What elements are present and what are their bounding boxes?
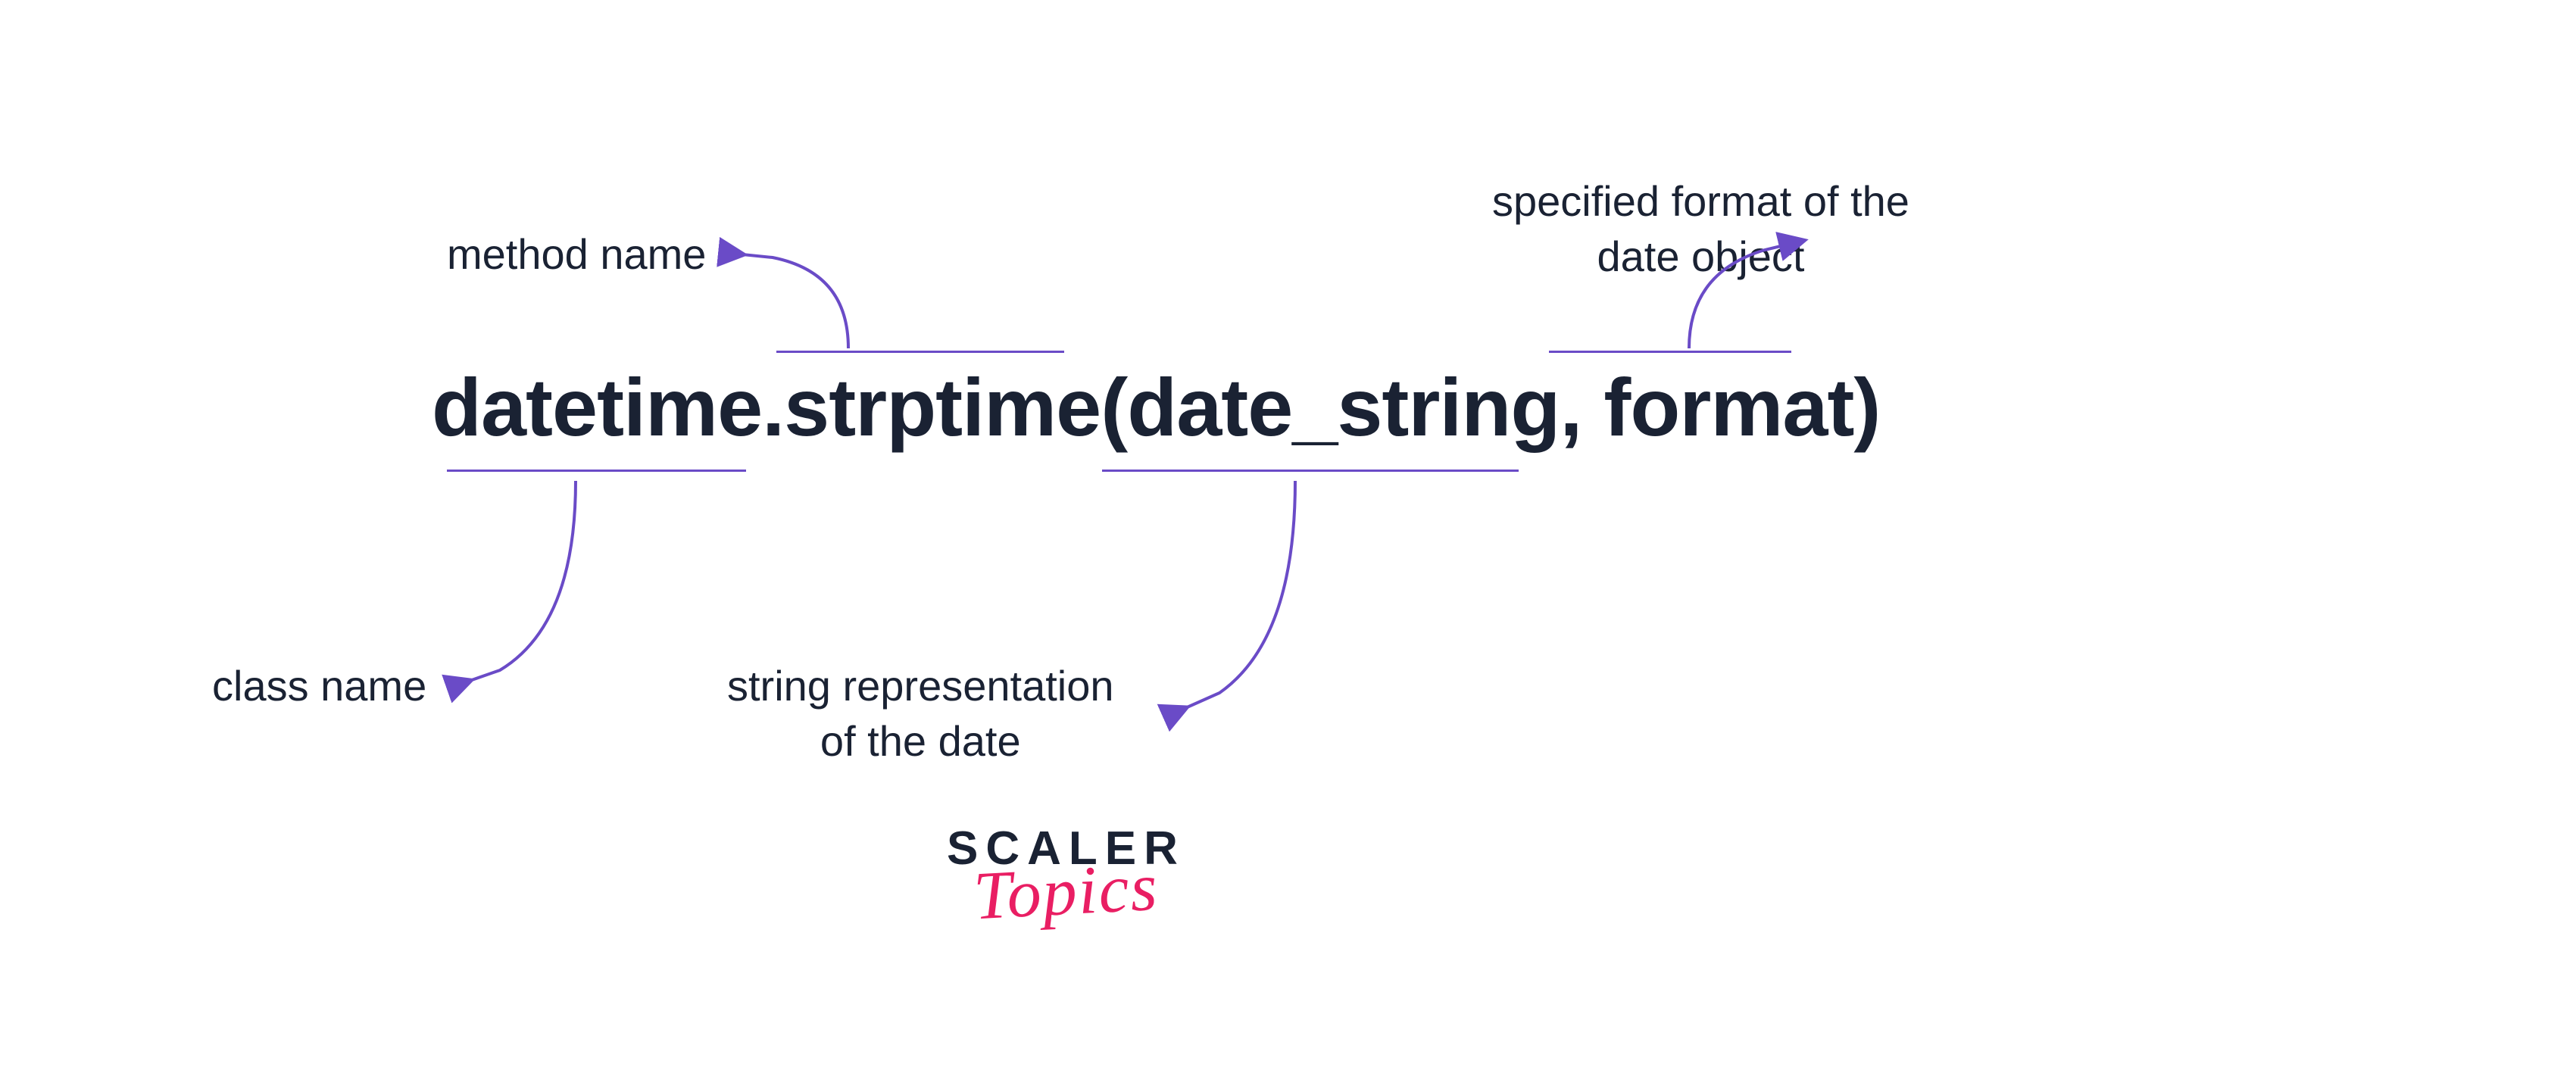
label-method-name: method name [447,227,706,282]
expr-close-paren: ) [1853,361,1880,453]
code-expression: datetime.strptime(date_string, format) [432,360,1880,454]
logo-subbrand: Topics [945,847,1188,937]
expr-dot: . [762,361,784,453]
label-string-rep-line1: string representation [727,659,1114,714]
arrow-format-spec [1666,235,1863,356]
arrow-string-rep [1174,473,1371,716]
diagram-container: datetime.strptime(date_string, format) m… [0,0,2576,1092]
underline-date-string [1102,470,1519,472]
arrow-method-name [727,227,924,356]
expr-class-name: datetime [432,361,762,453]
expr-space [1582,361,1603,453]
expr-open-paren: ( [1101,361,1127,453]
underline-class-name [447,470,746,472]
label-string-rep-line2: of the date [727,714,1114,769]
expr-method-name: strptime [784,361,1101,453]
label-format-spec-line1: specified format of the [1492,174,1909,229]
label-class-name: class name [212,659,426,714]
expr-comma: , [1560,361,1582,453]
label-string-rep: string representation of the date [727,659,1114,769]
arrow-class-name [454,473,651,700]
expr-arg2: format [1603,361,1853,453]
expr-arg1: date_string [1127,361,1560,453]
logo: SCALER Topics [947,822,1185,931]
